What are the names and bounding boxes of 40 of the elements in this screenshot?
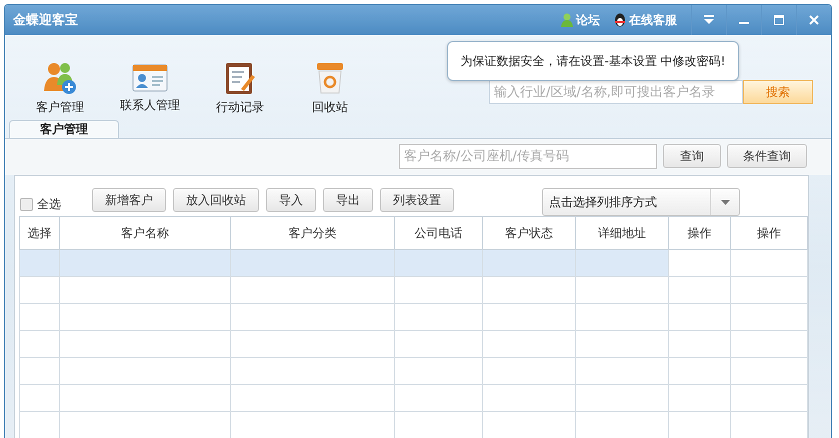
action-button[interactable]: 放入回收站 bbox=[173, 188, 259, 212]
notice-text: 为保证数据安全，请在设置-基本设置 中修改密码! bbox=[460, 52, 726, 70]
action-button[interactable]: 导入 bbox=[266, 188, 316, 212]
toolbar-label[interactable]: 联系人管理 bbox=[120, 97, 180, 114]
action-button[interactable]: 新增客户 bbox=[92, 188, 166, 212]
table-row[interactable] bbox=[20, 330, 808, 358]
table-row[interactable] bbox=[20, 304, 808, 330]
column-header: 操作 bbox=[730, 216, 808, 250]
checkbox[interactable] bbox=[20, 198, 33, 211]
query-field[interactable]: 客户名称/公司座机/传真号码 bbox=[399, 144, 657, 169]
action-button[interactable]: 列表设置 bbox=[380, 188, 454, 212]
select-all-label: 全选 bbox=[37, 196, 61, 213]
people-icon bbox=[43, 61, 77, 95]
table-row[interactable] bbox=[20, 358, 808, 384]
column-header: 操作 bbox=[668, 216, 730, 250]
user-icon bbox=[561, 13, 573, 27]
caret-icon bbox=[720, 200, 730, 204]
search-field[interactable]: 输入行业/区域/名称,即可搜出客户名录 bbox=[489, 80, 743, 104]
toolbar-label[interactable]: 行动记录 bbox=[216, 99, 264, 116]
query-button[interactable]: 条件查询 bbox=[727, 144, 807, 168]
column-header: 详细地址 bbox=[575, 216, 669, 250]
clipboard-icon bbox=[225, 61, 255, 95]
trash-bin-icon bbox=[315, 61, 345, 95]
window-title: 金蝶迎客宝 bbox=[13, 12, 79, 29]
table-row[interactable] bbox=[20, 250, 808, 276]
sort-dropdown[interactable]: 点击选择列排序方式 bbox=[542, 188, 740, 216]
table-row[interactable] bbox=[20, 276, 808, 304]
column-header: 客户名称 bbox=[60, 216, 231, 250]
table-row[interactable] bbox=[20, 412, 808, 438]
table-row[interactable] bbox=[20, 384, 808, 412]
toolbar-label[interactable]: 客户管理 bbox=[36, 99, 84, 116]
toolbar-label[interactable]: 回收站 bbox=[312, 99, 348, 116]
column-header: 公司电话 bbox=[394, 216, 483, 250]
column-header: 客户状态 bbox=[482, 216, 576, 250]
column-header: 选择 bbox=[20, 216, 60, 250]
penguin-icon bbox=[614, 13, 626, 27]
action-button[interactable]: 导出 bbox=[323, 188, 373, 212]
query-button[interactable]: 查询 bbox=[663, 144, 721, 168]
column-header: 客户分类 bbox=[230, 216, 394, 250]
tab[interactable]: 客户管理 bbox=[9, 120, 119, 138]
